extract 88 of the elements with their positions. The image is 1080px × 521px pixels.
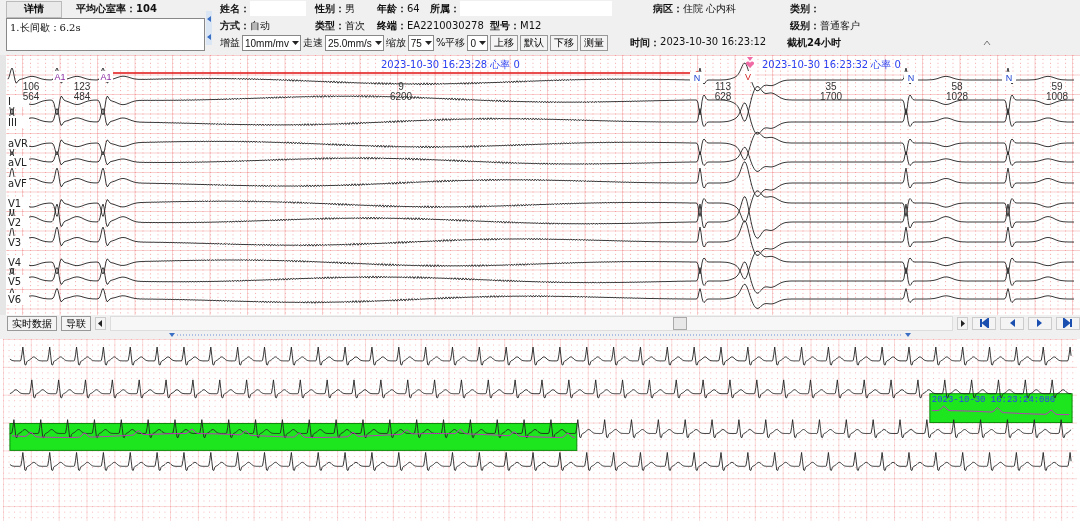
field-label: 类型： bbox=[315, 18, 345, 33]
time-mark: 2023-10-30 16:23:32 心率 0 bbox=[762, 59, 901, 70]
toolbar-button[interactable]: 下移 bbox=[550, 35, 578, 51]
heart-rate-value: 9 bbox=[398, 81, 404, 92]
heart-rate-value: 59 bbox=[1051, 81, 1063, 92]
lead-label: III bbox=[8, 117, 17, 128]
recording-mode: 截机24小时 bbox=[787, 36, 841, 50]
field-label: 年龄： bbox=[377, 1, 407, 16]
lead-label: aVL bbox=[8, 157, 27, 168]
navigation-button[interactable] bbox=[1000, 316, 1024, 330]
panel-button[interactable]: 导联 bbox=[61, 315, 91, 331]
heart-rate-value: 106 bbox=[22, 81, 40, 92]
control-label: 走速 bbox=[302, 36, 323, 50]
field-label: 方式： bbox=[220, 18, 250, 33]
lead-label: V1 bbox=[8, 198, 22, 209]
caret-up-icon[interactable] bbox=[982, 39, 991, 47]
heart-marker-icon bbox=[745, 57, 755, 68]
rr-interval-value: 1028 bbox=[945, 91, 969, 102]
field-value: 普通客户 bbox=[820, 18, 860, 33]
lead-label: V4 bbox=[8, 257, 22, 268]
strip-timestamp: 2023-10-30 16:23:24:086 bbox=[931, 394, 1056, 405]
lead-label: V5 bbox=[8, 276, 22, 287]
lead-label: V6 bbox=[8, 294, 22, 305]
dropdown[interactable]: 25.0mm/s bbox=[324, 35, 384, 51]
control-label: 缩放 bbox=[385, 36, 406, 50]
field-value: 首次 bbox=[345, 18, 365, 33]
beat-label: A1 bbox=[100, 72, 112, 82]
panel-button[interactable]: 实时数据 bbox=[7, 315, 57, 331]
field-value: 自动 bbox=[250, 18, 270, 33]
field-value: 住院 心内科 bbox=[683, 1, 737, 16]
field-label: 类别： bbox=[790, 1, 820, 16]
control-label: 增益 bbox=[220, 36, 240, 50]
scroll-left-button[interactable] bbox=[95, 316, 106, 330]
rr-interval-value: 1008 bbox=[1045, 91, 1069, 102]
right-arrow-icon bbox=[960, 319, 965, 327]
control-label: %平移 bbox=[435, 36, 466, 50]
lead-label: aVR bbox=[8, 138, 28, 149]
lead-label: V3 bbox=[8, 237, 22, 248]
heart-rate-value: 35 bbox=[825, 81, 837, 92]
beat-label: N bbox=[907, 73, 915, 83]
rr-interval-value: 564 bbox=[22, 91, 40, 102]
field-value: 64 bbox=[407, 3, 420, 14]
collapse-handle-icon[interactable] bbox=[206, 10, 212, 45]
scrollbar[interactable] bbox=[110, 315, 953, 331]
field-value: 男 bbox=[345, 1, 355, 16]
field-value: M12 bbox=[520, 20, 542, 31]
dropdown[interactable]: 75 bbox=[407, 35, 434, 51]
lead-label: V2 bbox=[8, 217, 22, 228]
navigation-button[interactable] bbox=[1028, 316, 1052, 330]
beat-label: V bbox=[745, 72, 751, 82]
lead-label: aVF bbox=[8, 178, 27, 189]
field-label: 姓名： bbox=[220, 1, 250, 16]
field-value: EA2210030278 bbox=[407, 20, 484, 31]
left-arrow-icon bbox=[98, 319, 103, 327]
field-label: 性别： bbox=[315, 1, 345, 16]
lead-label: I bbox=[8, 96, 11, 107]
dropdown[interactable]: 0 bbox=[467, 35, 488, 51]
navigation-button[interactable] bbox=[1056, 316, 1080, 330]
heart-rate-value: 58 bbox=[951, 81, 963, 92]
beat-label: N bbox=[1005, 73, 1013, 83]
heart-rate-value: 123 bbox=[73, 81, 91, 92]
toolbar-button[interactable]: 上移 bbox=[490, 35, 518, 51]
toolbar-button[interactable]: 测量 bbox=[580, 35, 608, 51]
rr-interval-value: 628 bbox=[714, 91, 732, 102]
last-icon bbox=[1063, 318, 1073, 328]
average-rate: 平均心室率：104 bbox=[76, 2, 157, 16]
field-label: 时间： bbox=[630, 36, 660, 50]
scrollbar-thumb[interactable] bbox=[673, 316, 687, 330]
details-tab[interactable]: 详情 bbox=[6, 0, 62, 18]
field-label: 级别： bbox=[790, 18, 820, 33]
beat-label: N bbox=[693, 73, 701, 83]
heart-rate-value: 113 bbox=[715, 81, 731, 92]
field-label: 型号： bbox=[490, 18, 520, 33]
finding-item[interactable]: 1.长间歇：6.2s bbox=[10, 21, 201, 35]
rr-interval-value: 484 bbox=[73, 91, 91, 102]
navigation-button[interactable] bbox=[972, 316, 996, 330]
first-icon bbox=[979, 318, 989, 328]
field-label: 所属： bbox=[430, 1, 460, 16]
scroll-right-button[interactable] bbox=[957, 316, 968, 330]
beat-label: A1 bbox=[54, 72, 66, 82]
field-label: 终端： bbox=[377, 18, 407, 33]
time-mark: 2023-10-30 16:23:28 心率 0 bbox=[381, 59, 520, 70]
splitter-handle[interactable] bbox=[169, 332, 911, 338]
dropdown[interactable]: 10mm/mv bbox=[242, 35, 301, 51]
rr-interval-value: 1700 bbox=[819, 91, 843, 102]
field-value: 2023-10-30 16:23:12 bbox=[660, 36, 767, 49]
field-label: 病区： bbox=[653, 1, 683, 16]
toolbar-button[interactable]: 默认 bbox=[520, 35, 548, 51]
